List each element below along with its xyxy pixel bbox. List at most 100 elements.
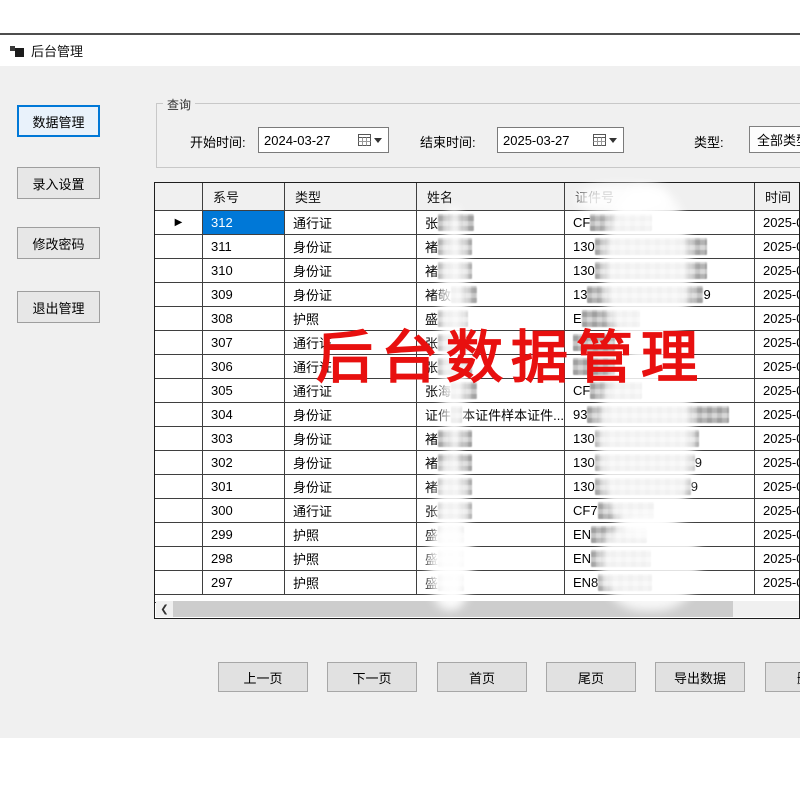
cell-id[interactable]: 303 xyxy=(203,427,285,450)
row-selector-cell[interactable] xyxy=(155,451,203,474)
table-row[interactable]: 306通行证张2025-0 xyxy=(155,355,799,379)
cell-time[interactable]: 2025-0 xyxy=(755,403,799,426)
cell-type[interactable]: 身份证 xyxy=(285,427,417,450)
row-selector-cell[interactable] xyxy=(155,331,203,354)
cell-time[interactable]: 2025-0 xyxy=(755,307,799,330)
cell-type[interactable]: 身份证 xyxy=(285,451,417,474)
prev-page-button[interactable]: 上一页 xyxy=(218,662,308,692)
cell-time[interactable]: 2025-0 xyxy=(755,379,799,402)
cell-id[interactable]: 307 xyxy=(203,331,285,354)
table-row[interactable]: 301身份证褚13092025-0 xyxy=(155,475,799,499)
cell-type[interactable]: 身份证 xyxy=(285,475,417,498)
cell-type[interactable]: 护照 xyxy=(285,307,417,330)
row-selector-cell[interactable] xyxy=(155,499,203,522)
next-page-button[interactable]: 下一页 xyxy=(327,662,417,692)
cell-time[interactable]: 2025-0 xyxy=(755,547,799,570)
cell-id[interactable]: 298 xyxy=(203,547,285,570)
row-selector-cell[interactable] xyxy=(155,475,203,498)
cell-name[interactable]: 证件本证件样本证件... xyxy=(417,403,565,426)
end-date-picker[interactable]: 2025-03-27 xyxy=(497,127,624,153)
cell-time[interactable]: 2025-0 xyxy=(755,571,799,594)
cell-id[interactable]: 300 xyxy=(203,499,285,522)
last-page-button[interactable]: 尾页 xyxy=(546,662,636,692)
export-data-button[interactable]: 导出数据 xyxy=(655,662,745,692)
cell-time[interactable]: 2025-0 xyxy=(755,427,799,450)
row-selector-cell[interactable] xyxy=(155,523,203,546)
cell-id[interactable]: 311 xyxy=(203,235,285,258)
cell-id[interactable]: 299 xyxy=(203,523,285,546)
column-header-name[interactable]: 姓名 xyxy=(417,183,565,210)
row-selector-cell[interactable] xyxy=(155,235,203,258)
cell-id[interactable]: 302 xyxy=(203,451,285,474)
row-selector-cell[interactable] xyxy=(155,379,203,402)
cell-name[interactable]: 褚 xyxy=(417,427,565,450)
table-row[interactable]: 299护照盛EN2025-0 xyxy=(155,523,799,547)
cell-type[interactable]: 护照 xyxy=(285,547,417,570)
row-selector-cell[interactable]: ▶ xyxy=(155,211,203,234)
table-row[interactable]: 309身份证褚敬1392025-0 xyxy=(155,283,799,307)
delete-button[interactable]: 删除 xyxy=(765,662,800,692)
cell-type[interactable]: 通行证 xyxy=(285,499,417,522)
cell-name[interactable]: 张 xyxy=(417,211,565,234)
sidebar-button-exit-management[interactable]: 退出管理 xyxy=(17,291,100,323)
cell-time[interactable]: 2025-0 xyxy=(755,475,799,498)
table-row[interactable]: 307通行证张2025-0 xyxy=(155,331,799,355)
row-selector-cell[interactable] xyxy=(155,307,203,330)
cell-name[interactable]: 张海 xyxy=(417,379,565,402)
cell-id[interactable]: 312 xyxy=(203,211,285,234)
cell-name[interactable]: 褚 xyxy=(417,235,565,258)
cell-id[interactable]: 297 xyxy=(203,571,285,594)
table-row[interactable]: 308护照盛E2025-0 xyxy=(155,307,799,331)
cell-type[interactable]: 通行证 xyxy=(285,331,417,354)
table-row[interactable]: 305通行证张海CF2025-0 xyxy=(155,379,799,403)
cell-time[interactable]: 2025-0 xyxy=(755,355,799,378)
table-row[interactable]: 297护照盛EN82025-0 xyxy=(155,571,799,595)
cell-type[interactable]: 身份证 xyxy=(285,235,417,258)
cell-name[interactable]: 褚 xyxy=(417,259,565,282)
row-selector-cell[interactable] xyxy=(155,427,203,450)
first-page-button[interactable]: 首页 xyxy=(437,662,527,692)
cell-time[interactable]: 2025-0 xyxy=(755,499,799,522)
cell-id[interactable]: 310 xyxy=(203,259,285,282)
cell-type[interactable]: 护照 xyxy=(285,571,417,594)
cell-id[interactable]: 305 xyxy=(203,379,285,402)
row-selector-cell[interactable] xyxy=(155,355,203,378)
row-selector-cell[interactable] xyxy=(155,259,203,282)
cell-type[interactable]: 通行证 xyxy=(285,355,417,378)
cell-time[interactable]: 2025-0 xyxy=(755,523,799,546)
table-row[interactable]: 300通行证张CF72025-0 xyxy=(155,499,799,523)
sidebar-button-data-management[interactable]: 数据管理 xyxy=(17,105,100,137)
cell-time[interactable]: 2025-0 xyxy=(755,283,799,306)
cell-type[interactable]: 身份证 xyxy=(285,283,417,306)
table-row[interactable]: 302身份证褚13092025-0 xyxy=(155,451,799,475)
cell-time[interactable]: 2025-0 xyxy=(755,451,799,474)
table-row[interactable]: 311身份证褚1302025-0 xyxy=(155,235,799,259)
dropdown-arrow-icon[interactable] xyxy=(609,138,617,143)
start-date-picker[interactable]: 2024-03-27 xyxy=(258,127,389,153)
scrollbar-left-arrow-icon[interactable]: ❮ xyxy=(156,601,173,617)
row-selector-cell[interactable] xyxy=(155,547,203,570)
cell-type[interactable]: 通行证 xyxy=(285,379,417,402)
cell-type[interactable]: 身份证 xyxy=(285,259,417,282)
sidebar-button-entry-settings[interactable]: 录入设置 xyxy=(17,167,100,199)
cell-time[interactable]: 2025-0 xyxy=(755,259,799,282)
cell-type[interactable]: 身份证 xyxy=(285,403,417,426)
cell-id[interactable]: 309 xyxy=(203,283,285,306)
table-row[interactable]: 298护照盛EN2025-0 xyxy=(155,547,799,571)
cell-type[interactable]: 通行证 xyxy=(285,211,417,234)
table-row[interactable]: ▶312通行证张CF2025-0 xyxy=(155,211,799,235)
column-header-id[interactable]: 系号 xyxy=(203,183,285,210)
type-dropdown[interactable]: 全部类型 xyxy=(749,126,800,153)
table-row[interactable]: 304身份证证件本证件样本证件...932025-0 xyxy=(155,403,799,427)
cell-id[interactable]: 306 xyxy=(203,355,285,378)
cell-time[interactable]: 2025-0 xyxy=(755,235,799,258)
sidebar-button-change-password[interactable]: 修改密码 xyxy=(17,227,100,259)
table-row[interactable]: 303身份证褚1302025-0 xyxy=(155,427,799,451)
row-selector-cell[interactable] xyxy=(155,403,203,426)
column-header-type[interactable]: 类型 xyxy=(285,183,417,210)
cell-time[interactable]: 2025-0 xyxy=(755,211,799,234)
cell-id[interactable]: 308 xyxy=(203,307,285,330)
horizontal-scrollbar[interactable]: ❮ xyxy=(156,601,800,617)
cell-time[interactable]: 2025-0 xyxy=(755,331,799,354)
dropdown-arrow-icon[interactable] xyxy=(374,138,382,143)
